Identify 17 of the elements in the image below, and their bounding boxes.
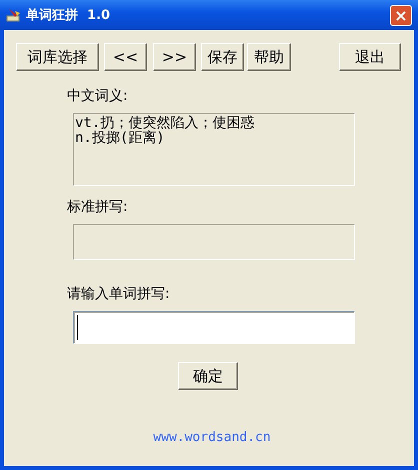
field-label: 请输入单词拼写: xyxy=(67,285,171,303)
confirm-button[interactable]: 确定 xyxy=(178,362,238,390)
field-label: 标准拼写: xyxy=(67,198,129,216)
app-icon xyxy=(6,7,22,23)
website-link[interactable]: www.wordsand.cn xyxy=(153,430,271,445)
window-title: 单词狂拼 1.0 xyxy=(26,7,112,24)
toolbar-button[interactable]: 词库选择 xyxy=(16,43,99,71)
toolbar-button[interactable]: << xyxy=(104,43,147,71)
close-button[interactable]: × xyxy=(390,4,412,26)
toolbar-button[interactable]: 帮助 xyxy=(247,43,291,71)
meaning-text: vt.扔；使突然陷入；使困惑 xyxy=(75,116,256,131)
input-field[interactable] xyxy=(73,311,355,344)
toolbar-button[interactable]: 保存 xyxy=(201,43,244,71)
meaning-text: n.投掷(距离) xyxy=(75,131,166,146)
toolbar-button[interactable]: 退出 xyxy=(339,43,401,71)
toolbar-button[interactable]: >> xyxy=(153,43,196,71)
field-label: 中文词义: xyxy=(67,87,129,105)
